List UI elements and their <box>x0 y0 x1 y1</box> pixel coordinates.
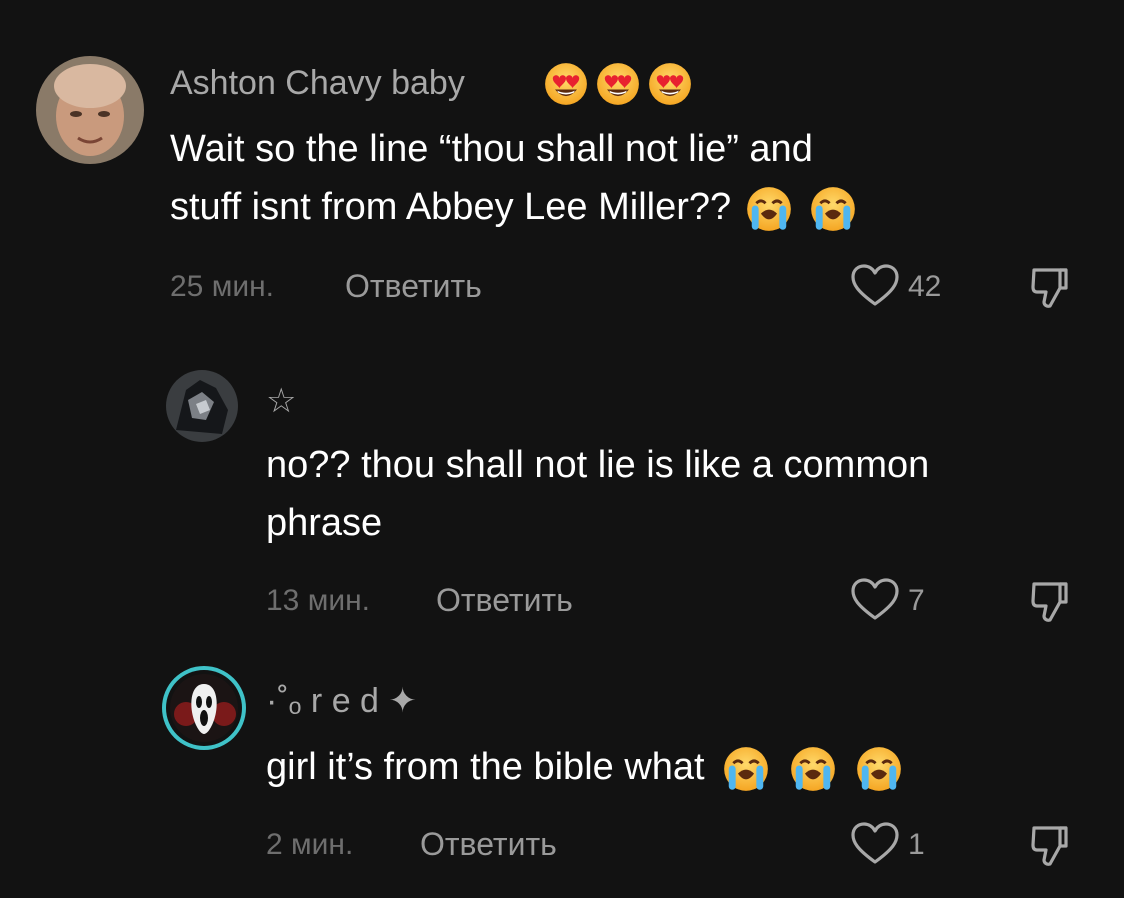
avatar <box>166 670 242 746</box>
comment-time: 2 мин. <box>266 828 354 861</box>
like-count: 1 <box>908 828 925 861</box>
comment-time: 25 мин. <box>170 270 274 303</box>
reply-button[interactable]: Ответить <box>420 826 557 862</box>
heart-eyes-icon <box>648 62 692 106</box>
like-button[interactable]: 1 <box>850 822 950 868</box>
avatar[interactable] <box>166 370 238 442</box>
username[interactable]: ☆ <box>266 382 296 420</box>
dislike-button[interactable] <box>1030 824 1070 868</box>
reply-button[interactable]: Ответить <box>345 268 482 304</box>
loudly-crying-icon <box>810 186 856 232</box>
comment-time: 13 мин. <box>266 584 370 617</box>
dislike-icon <box>1030 266 1070 310</box>
comment-text-line: girl it’s from the bible what <box>266 746 705 788</box>
like-button[interactable]: 7 <box>850 578 950 624</box>
username-emoji-group <box>544 62 694 106</box>
username[interactable]: ·˚ₒ r e d ✦ <box>266 682 417 720</box>
heart-icon <box>850 264 900 308</box>
like-button[interactable]: 42 <box>850 264 950 310</box>
like-count: 42 <box>908 270 942 303</box>
comment-text-line: no?? thou shall not lie is like a common <box>266 444 930 486</box>
dislike-button[interactable] <box>1030 580 1070 624</box>
reply-button[interactable]: Ответить <box>436 582 573 618</box>
heart-eyes-icon <box>544 62 588 106</box>
heart-icon <box>850 822 900 866</box>
dislike-icon <box>1030 580 1070 624</box>
story-ring[interactable] <box>162 666 246 750</box>
comment-text-line: phrase <box>266 502 383 544</box>
heart-eyes-icon <box>596 62 640 106</box>
like-count: 7 <box>908 584 925 617</box>
loudly-crying-icon <box>723 746 769 792</box>
comment-text-line: stuff isnt from Abbey Lee Miller?? <box>170 186 732 228</box>
loudly-crying-icon <box>856 746 902 792</box>
comment-text-line: Wait so the line “thou shall not lie” an… <box>170 128 813 170</box>
loudly-crying-icon <box>790 746 836 792</box>
dislike-button[interactable] <box>1030 266 1070 310</box>
avatar[interactable] <box>36 56 144 164</box>
dislike-icon <box>1030 824 1070 868</box>
loudly-crying-icon <box>746 186 792 232</box>
heart-icon <box>850 578 900 622</box>
username[interactable]: Ashton Chavy baby <box>170 64 465 102</box>
